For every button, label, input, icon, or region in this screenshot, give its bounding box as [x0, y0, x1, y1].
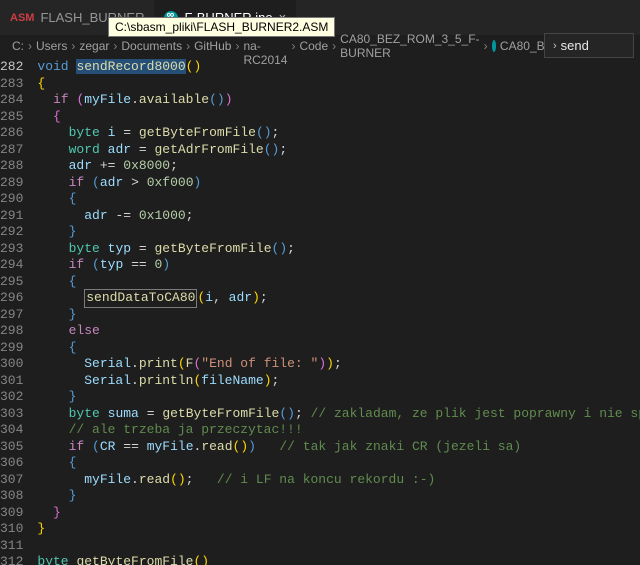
- chevron-right-icon: ›: [113, 39, 117, 53]
- arduino-file-icon: [492, 40, 496, 52]
- breadcrumb-item[interactable]: zegar: [79, 39, 109, 53]
- editor[interactable]: 2822832842852862872882892902912922932942…: [0, 57, 640, 565]
- breadcrumb-item[interactable]: Code: [299, 39, 328, 53]
- chevron-right-icon: ›: [484, 39, 488, 53]
- chevron-right-icon: ›: [235, 39, 239, 53]
- breadcrumb-item[interactable]: C:: [12, 39, 24, 53]
- breadcrumb-item[interactable]: CA80_BEZ_ROM_3_5_F-BURNER: [340, 32, 479, 60]
- breadcrumb-item[interactable]: Documents: [121, 39, 182, 53]
- chevron-right-icon: ›: [291, 39, 295, 53]
- path-tooltip: C:\sbasm_pliki\FLASH_BURNER2.ASM: [108, 17, 335, 37]
- asm-file-icon: ASM: [10, 12, 34, 24]
- chevron-right-icon: ›: [553, 40, 557, 52]
- breadcrumb[interactable]: C: › Users › zegar › Documents › GitHub › CA8…: [0, 35, 640, 57]
- suggest-popup[interactable]: › send: [544, 33, 634, 58]
- breadcrumb-item[interactable]: GitHub: [194, 39, 231, 53]
- tabbar: ASM FLASH_BURNER F-BURNER.ino × C:\sbasm…: [0, 0, 640, 35]
- code-area[interactable]: void sendRecord8000() { if (myFile.avail…: [37, 57, 640, 565]
- suggest-text: send: [561, 38, 589, 53]
- breadcrumb-item[interactable]: Users: [36, 39, 67, 53]
- chevron-right-icon: ›: [332, 39, 336, 53]
- chevron-right-icon: ›: [71, 39, 75, 53]
- line-number-gutter: 2822832842852862872882892902912922932942…: [0, 57, 37, 565]
- chevron-right-icon: ›: [28, 39, 32, 53]
- chevron-right-icon: ›: [186, 39, 190, 53]
